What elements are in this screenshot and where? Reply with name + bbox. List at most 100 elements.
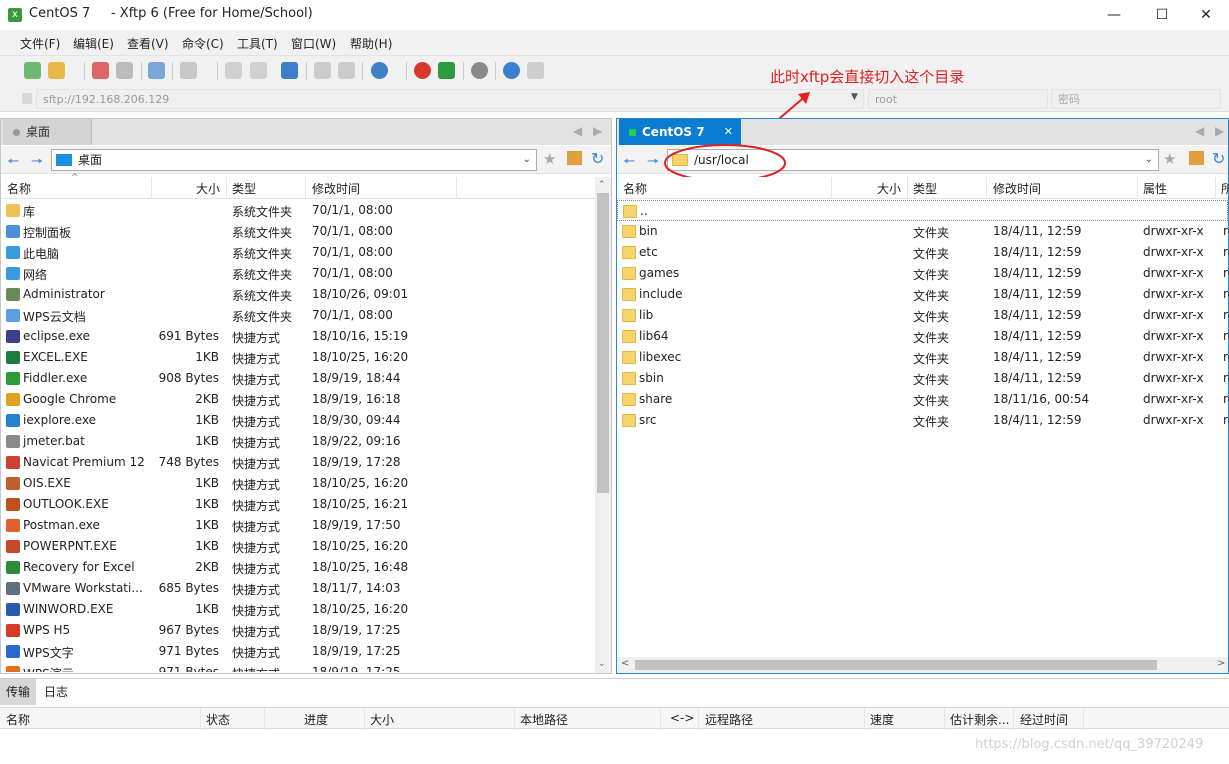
close-button[interactable]: ✕ bbox=[1183, 0, 1229, 30]
back-arrow-icon[interactable]: 🠔 bbox=[7, 151, 19, 175]
chat-icon[interactable] bbox=[527, 62, 544, 79]
table-row[interactable]: bin 文件夹 18/4/11, 12:59 drwxr-xr-x ro bbox=[617, 221, 1229, 242]
layout-icon[interactable] bbox=[180, 62, 197, 79]
table-row[interactable]: 库 系统文件夹 70/1/1, 08:00 bbox=[1, 200, 611, 221]
local-path-input[interactable]: 桌面 ⌄ bbox=[51, 149, 537, 171]
menu-view[interactable]: 查看(V) bbox=[127, 35, 169, 52]
download-icon[interactable] bbox=[250, 62, 267, 79]
new-window-icon[interactable] bbox=[148, 62, 165, 79]
reconnect-icon[interactable] bbox=[116, 62, 133, 79]
header-type[interactable]: 类型 bbox=[232, 180, 256, 197]
paste-icon[interactable] bbox=[338, 62, 355, 79]
table-row[interactable]: jmeter.bat 1KB 快捷方式 18/9/22, 09:16 bbox=[1, 431, 611, 452]
header-status[interactable]: 状态 bbox=[206, 711, 230, 728]
open-folder-icon[interactable] bbox=[48, 62, 65, 79]
menu-tools[interactable]: 工具(T) bbox=[237, 35, 278, 52]
header-speed[interactable]: 速度 bbox=[870, 711, 894, 728]
table-row[interactable]: WPS演示 971 Bytes 快捷方式 18/9/19, 17:25 bbox=[1, 662, 611, 672]
table-row[interactable]: sbin 文件夹 18/4/11, 12:59 drwxr-xr-x ro bbox=[617, 368, 1229, 389]
tab-scroll-left-icon[interactable]: ◀ bbox=[573, 124, 582, 138]
chevron-down-icon[interactable]: ⌄ bbox=[523, 150, 531, 170]
upload-icon[interactable] bbox=[225, 62, 242, 79]
tab-desktop[interactable]: 桌面 bbox=[3, 119, 92, 145]
table-row[interactable]: eclipse.exe 691 Bytes 快捷方式 18/10/16, 15:19 bbox=[1, 326, 611, 347]
table-row[interactable]: lib 文件夹 18/4/11, 12:59 drwxr-xr-x ro bbox=[617, 305, 1229, 326]
header-name[interactable]: 名称 bbox=[623, 180, 647, 197]
tab-scroll-right-icon[interactable]: ▶ bbox=[1215, 124, 1224, 138]
table-row[interactable]: include 文件夹 18/4/11, 12:59 drwxr-xr-x ro bbox=[617, 284, 1229, 305]
forward-arrow-icon[interactable]: 🠖 bbox=[647, 151, 659, 175]
table-row[interactable]: Postman.exe 1KB 快捷方式 18/9/19, 17:50 bbox=[1, 515, 611, 536]
xshell-icon[interactable] bbox=[414, 62, 431, 79]
table-row[interactable]: etc 文件夹 18/4/11, 12:59 drwxr-xr-x ro bbox=[617, 242, 1229, 263]
table-row[interactable]: 控制面板 系统文件夹 70/1/1, 08:00 bbox=[1, 221, 611, 242]
gear-icon[interactable] bbox=[471, 62, 488, 79]
table-row[interactable]: POWERPNT.EXE 1KB 快捷方式 18/10/25, 16:20 bbox=[1, 536, 611, 557]
menu-window[interactable]: 窗口(W) bbox=[291, 35, 336, 52]
menu-file[interactable]: 文件(F) bbox=[20, 35, 60, 52]
star-icon[interactable]: ★ bbox=[543, 150, 556, 168]
menu-help[interactable]: 帮助(H) bbox=[350, 35, 392, 52]
tab-transfer[interactable]: 传输 bbox=[0, 679, 37, 705]
table-row[interactable]: WPS文字 971 Bytes 快捷方式 18/9/19, 17:25 bbox=[1, 641, 611, 662]
table-row[interactable]: OUTLOOK.EXE 1KB 快捷方式 18/10/25, 16:21 bbox=[1, 494, 611, 515]
back-arrow-icon[interactable]: 🠔 bbox=[623, 151, 635, 175]
new-session-icon[interactable] bbox=[24, 62, 41, 79]
header-elapsed[interactable]: 经过时间 bbox=[1020, 711, 1068, 728]
help-icon[interactable] bbox=[503, 62, 520, 79]
maximize-button[interactable]: ☐ bbox=[1139, 0, 1185, 30]
table-row[interactable]: OIS.EXE 1KB 快捷方式 18/10/25, 16:20 bbox=[1, 473, 611, 494]
tab-scroll-left-icon[interactable]: ◀ bbox=[1195, 124, 1204, 138]
header-name[interactable]: 名称 bbox=[6, 711, 30, 728]
scroll-up-icon[interactable]: ⌃ bbox=[598, 180, 606, 190]
table-row[interactable]: lib64 文件夹 18/4/11, 12:59 drwxr-xr-x ro bbox=[617, 326, 1229, 347]
table-row[interactable]: Administrator 系统文件夹 18/10/26, 09:01 bbox=[1, 284, 611, 305]
tab-log[interactable]: 日志 bbox=[38, 679, 74, 705]
chevron-down-icon[interactable]: ⌄ bbox=[1145, 150, 1153, 170]
star-icon[interactable]: ★ bbox=[1163, 150, 1176, 168]
header-size[interactable]: 大小 bbox=[196, 180, 220, 197]
scroll-left-icon[interactable]: < bbox=[621, 658, 629, 669]
table-row[interactable]: src 文件夹 18/4/11, 12:59 drwxr-xr-x ro bbox=[617, 410, 1229, 431]
table-row[interactable]: WPS云文档 系统文件夹 70/1/1, 08:00 bbox=[1, 305, 611, 326]
sync-icon[interactable] bbox=[281, 62, 298, 79]
scroll-down-icon[interactable]: ⌄ bbox=[598, 659, 606, 669]
minimize-button[interactable]: — bbox=[1091, 0, 1137, 30]
header-permissions[interactable]: 属性 bbox=[1143, 180, 1167, 197]
table-row[interactable]: WPS H5 967 Bytes 快捷方式 18/9/19, 17:25 bbox=[1, 620, 611, 641]
table-row[interactable]: Recovery for Excel 2KB 快捷方式 18/10/25, 16:48 bbox=[1, 557, 611, 578]
table-row[interactable]: 网络 系统文件夹 70/1/1, 08:00 bbox=[1, 263, 611, 284]
header-remote-path[interactable]: 远程路径 bbox=[705, 711, 753, 728]
table-row[interactable]: share 文件夹 18/11/16, 00:54 drwxr-xr-x ro bbox=[617, 389, 1229, 410]
header-size[interactable]: 大小 bbox=[370, 711, 394, 728]
header-local-path[interactable]: 本地路径 bbox=[520, 711, 568, 728]
header-size[interactable]: 大小 bbox=[877, 180, 901, 197]
refresh-icon[interactable]: ↻ bbox=[591, 149, 604, 168]
header-eta[interactable]: 估计剩余... bbox=[950, 711, 1009, 728]
xftp-icon[interactable] bbox=[438, 62, 455, 79]
menu-edit[interactable]: 编辑(E) bbox=[73, 35, 114, 52]
table-row[interactable]: iexplore.exe 1KB 快捷方式 18/9/30, 09:44 bbox=[1, 410, 611, 431]
header-owner[interactable]: 所 bbox=[1221, 180, 1229, 197]
remote-horizontal-scrollbar[interactable]: < > bbox=[617, 657, 1228, 673]
parent-directory-row[interactable]: .. bbox=[617, 200, 1228, 221]
password-input[interactable]: 密码 bbox=[1051, 89, 1221, 109]
table-row[interactable]: EXCEL.EXE 1KB 快捷方式 18/10/25, 16:20 bbox=[1, 347, 611, 368]
refresh-icon[interactable]: ↻ bbox=[1212, 149, 1225, 168]
scroll-right-icon[interactable]: > bbox=[1217, 658, 1225, 669]
local-vertical-scrollbar[interactable]: ⌃ ⌄ bbox=[595, 177, 611, 673]
table-row[interactable]: VMware Workstati... 685 Bytes 快捷方式 18/11/7,… bbox=[1, 578, 611, 599]
globe-icon[interactable] bbox=[371, 62, 388, 79]
copy-icon[interactable] bbox=[314, 62, 331, 79]
header-progress[interactable]: 进度 bbox=[304, 711, 328, 728]
header-name[interactable]: 名称 bbox=[7, 180, 31, 197]
menu-command[interactable]: 命令(C) bbox=[182, 35, 224, 52]
header-mtime[interactable]: 修改时间 bbox=[312, 180, 360, 197]
table-row[interactable]: Fiddler.exe 908 Bytes 快捷方式 18/9/19, 18:44 bbox=[1, 368, 611, 389]
header-type[interactable]: 类型 bbox=[913, 180, 937, 197]
scroll-thumb[interactable] bbox=[635, 660, 1157, 670]
scroll-thumb[interactable] bbox=[597, 193, 609, 493]
table-row[interactable]: 此电脑 系统文件夹 70/1/1, 08:00 bbox=[1, 242, 611, 263]
username-input[interactable]: root bbox=[868, 89, 1048, 109]
home-icon[interactable] bbox=[567, 151, 582, 165]
